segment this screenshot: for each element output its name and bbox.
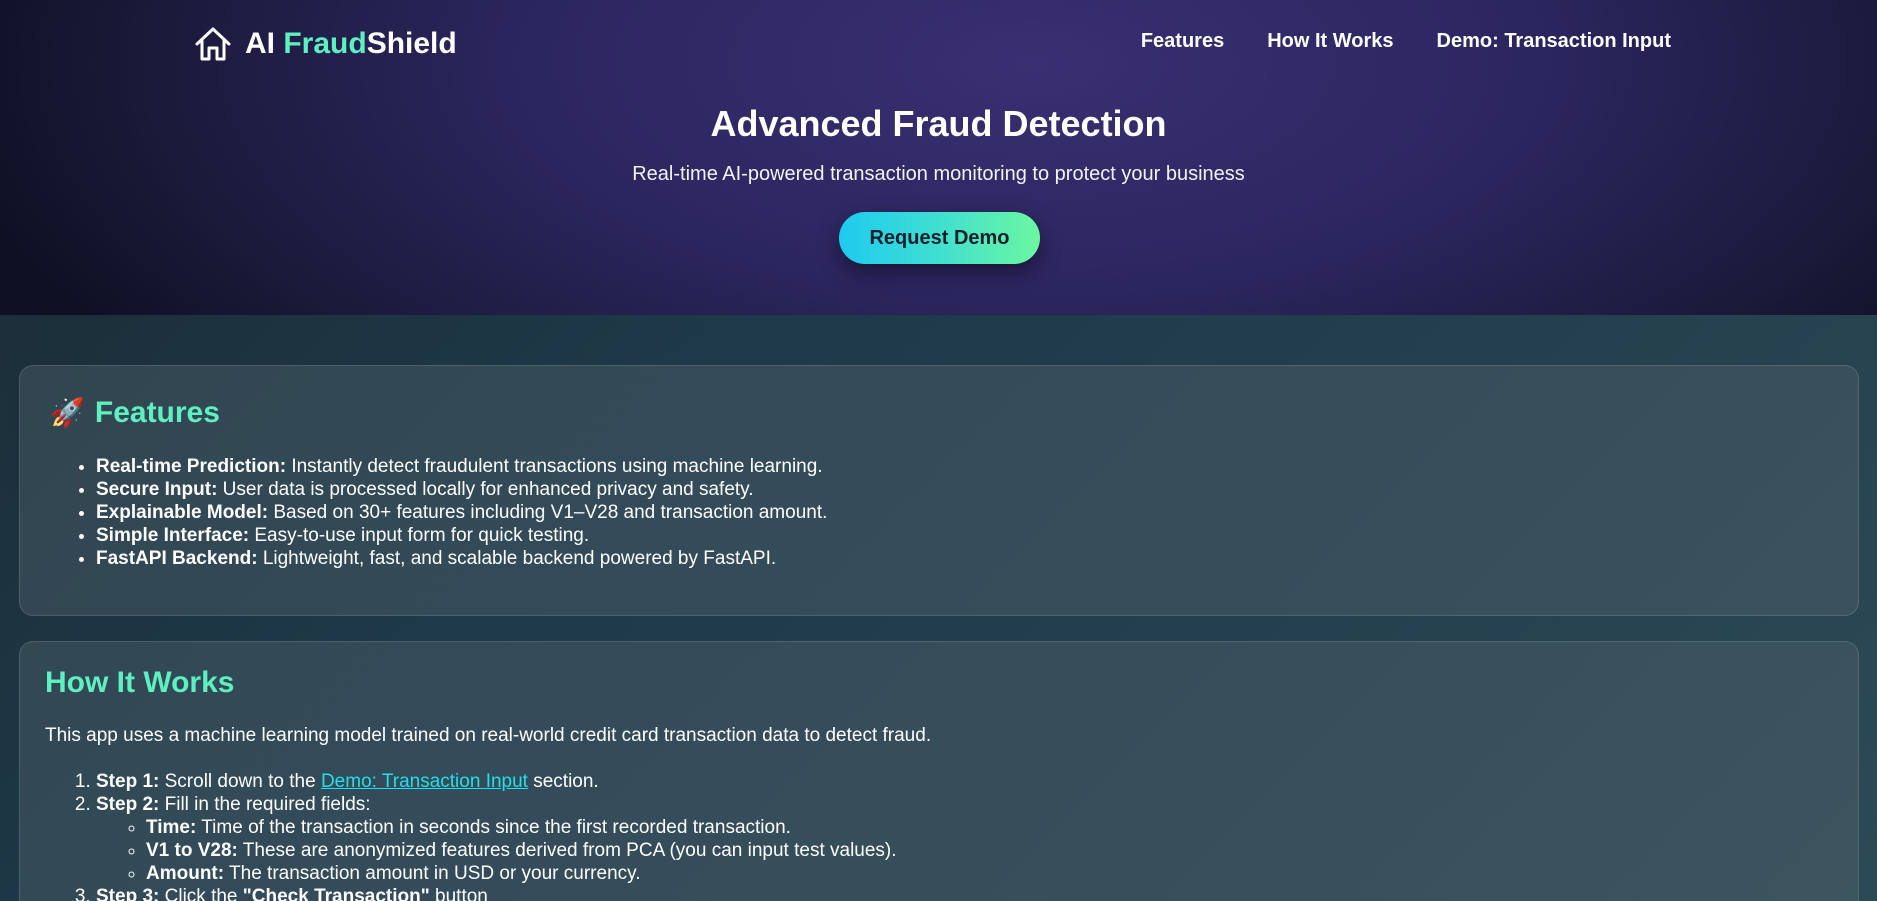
list-item: Explainable Model: Based on 30+ features… (96, 501, 827, 524)
top-nav: Features How It Works Demo: Transaction … (1141, 30, 1671, 53)
how-it-works-heading: How It Works (45, 666, 235, 699)
features-list: Real-time Prediction: Instantly detect f… (96, 455, 827, 570)
fields-list: Time: Time of the transaction in seconds… (146, 816, 897, 885)
list-item: Simple Interface: Easy-to-use input form… (96, 524, 827, 547)
rocket-icon: 🚀 (50, 397, 85, 428)
hero-section: AI FraudShield Features How It Works Dem… (0, 0, 1877, 315)
list-item: FastAPI Backend: Lightweight, fast, and … (96, 547, 827, 570)
home-icon (195, 27, 231, 61)
brand-logo[interactable]: AI FraudShield (193, 24, 457, 64)
brand-name: AI FraudShield (245, 27, 457, 60)
demo-section-link[interactable]: Demo: Transaction Input (321, 771, 528, 792)
nav-link-demo[interactable]: Demo: Transaction Input (1437, 30, 1671, 53)
list-item: Time: Time of the transaction in seconds… (146, 816, 897, 839)
how-intro: This app uses a machine learning model t… (45, 725, 932, 746)
hero-title: Advanced Fraud Detection (710, 103, 1167, 144)
nav-link-features[interactable]: Features (1141, 30, 1224, 53)
list-item: Real-time Prediction: Instantly detect f… (96, 455, 827, 478)
nav-link-how-it-works[interactable]: How It Works (1267, 30, 1393, 53)
steps-list: Step 1: Scroll down to the Demo: Transac… (96, 770, 897, 901)
request-demo-button[interactable]: Request Demo (839, 212, 1040, 264)
features-heading: 🚀 Features (50, 396, 220, 429)
features-card: 🚀 Features Real-time Prediction: Instant… (19, 365, 1859, 616)
list-item: Secure Input: User data is processed loc… (96, 478, 827, 501)
step-3: Step 3: Click the "Check Transaction" bu… (96, 885, 897, 901)
hero-subtitle: Real-time AI-powered transaction monitor… (632, 163, 1245, 185)
step-2: Step 2: Fill in the required fields: Tim… (96, 793, 897, 885)
step-1: Step 1: Scroll down to the Demo: Transac… (96, 770, 897, 793)
how-it-works-card: How It Works This app uses a machine lea… (19, 641, 1859, 901)
list-item: V1 to V28: These are anonymized features… (146, 839, 897, 862)
list-item: Amount: The transaction amount in USD or… (146, 862, 897, 885)
